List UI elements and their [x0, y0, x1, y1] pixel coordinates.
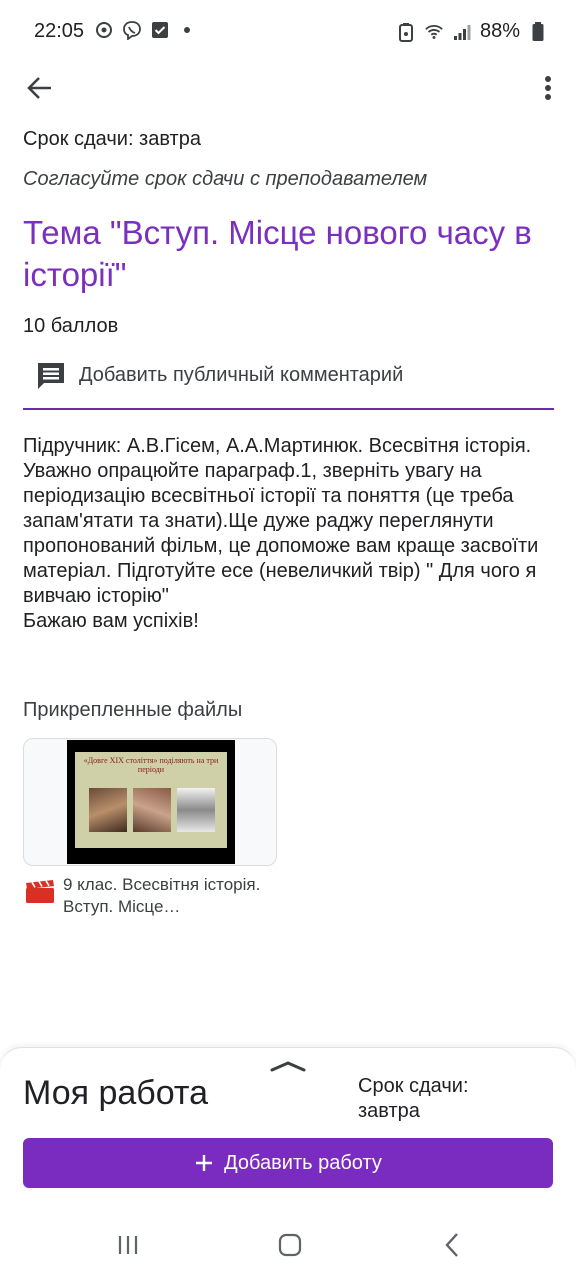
thumbnail-slide: «Довге ХІХ століття» поділяють на три пе… — [75, 752, 227, 848]
add-comment-button[interactable]: Добавить публичный комментарий — [23, 356, 554, 410]
plus-icon — [196, 1155, 213, 1171]
attachment-file-name: 9 клас. Всесвітня історія. Вступ. Місце… — [63, 875, 261, 916]
dot-icon — [184, 27, 190, 33]
alarm-icon — [396, 22, 416, 42]
sync-icon — [94, 20, 114, 40]
thumbnail-image-1 — [89, 788, 127, 832]
thumbnail-image-2 — [133, 788, 171, 832]
add-work-button[interactable]: Добавить работу — [23, 1138, 553, 1188]
status-time: 22:05 — [34, 20, 85, 42]
my-work-title: Моя работа — [23, 1074, 209, 1112]
assignment-title: Тема "Вступ. Місце нового часу в історії… — [23, 214, 532, 293]
home-icon — [278, 1233, 302, 1257]
wifi-icon — [424, 22, 444, 42]
due-note: Согласуйте срок сдачи с преподавателем — [23, 168, 428, 190]
status-bar: 22:05 88% — [0, 0, 576, 64]
video-thumbnail: «Довге ХІХ століття» поділяють на три пе… — [67, 740, 235, 864]
due-date: Срок сдачи: завтра — [23, 128, 201, 150]
thumbnail-image-3 — [177, 788, 215, 832]
signal-icon — [452, 22, 472, 42]
home-button[interactable] — [270, 1228, 310, 1262]
back-button[interactable] — [20, 70, 60, 106]
system-nav-bar — [0, 1210, 576, 1280]
add-work-label: Добавить работу — [224, 1151, 382, 1174]
points: 10 баллов — [23, 315, 119, 337]
recent-apps-button[interactable] — [108, 1228, 148, 1262]
assignment-description: Підручник: А.В.Гісем, А.А.Мартинюк. Всес… — [23, 435, 539, 632]
my-work-due: Срок сдачи: завтра — [358, 1075, 469, 1122]
app-bar — [0, 64, 576, 112]
check-box-icon — [150, 20, 170, 40]
attachments-header: Прикрепленные файлы — [23, 699, 243, 721]
battery-percent: 88% — [479, 20, 520, 42]
viber-icon — [122, 20, 142, 40]
battery-icon — [528, 21, 548, 42]
comment-label: Добавить публичный комментарий — [79, 364, 404, 386]
thumbnail-title: «Довге ХІХ століття» поділяють на три пе… — [83, 756, 219, 774]
more-vert-icon — [545, 76, 551, 100]
chevron-up-icon — [270, 1061, 306, 1072]
expand-sheet-handle[interactable] — [268, 1056, 308, 1076]
back-arrow-icon — [27, 77, 51, 99]
comment-icon — [38, 363, 64, 389]
back-chevron-icon — [445, 1233, 458, 1257]
attachment-file[interactable]: 9 клас. Всесвітня історія. Вступ. Місце… — [23, 874, 283, 924]
attachment-thumbnail[interactable]: «Довге ХІХ століття» поділяють на три пе… — [23, 738, 277, 866]
recent-apps-icon — [118, 1236, 138, 1254]
back-nav-button[interactable] — [432, 1228, 472, 1262]
more-options-button[interactable] — [536, 70, 560, 106]
video-clapper-icon — [26, 880, 54, 903]
